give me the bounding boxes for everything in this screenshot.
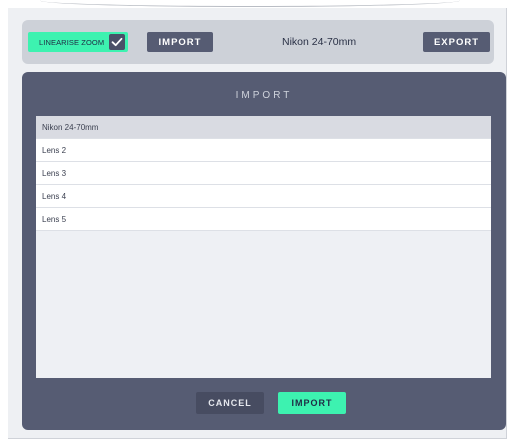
cancel-button[interactable]: CANCEL [196,392,264,414]
list-item[interactable]: Lens 3 [36,162,491,185]
list-item-label: Lens 3 [42,168,67,178]
list-item-label: Lens 4 [42,191,67,201]
top-arc-decoration [40,0,460,7]
linearise-zoom-label: LINEARISE ZOOM [39,37,105,47]
linearise-zoom-toggle[interactable]: LINEARISE ZOOM [28,32,128,52]
import-button[interactable]: IMPORT [147,32,213,52]
current-lens-name: Nikon 24-70mm [282,36,357,48]
confirm-import-button[interactable]: IMPORT [278,392,346,414]
list-item-label: Lens 5 [42,214,67,224]
lens-panel: LINEARISE ZOOM IMPORT Nikon 24-70mm EXPO… [8,8,507,439]
dialog-title: IMPORT [235,90,293,101]
lens-list[interactable]: Nikon 24-70mm Lens 2 Lens 3 Lens 4 Lens … [36,116,491,378]
list-item[interactable]: Lens 2 [36,139,491,162]
list-item-label: Lens 2 [42,145,67,155]
list-item[interactable]: Lens 5 [36,208,491,231]
list-item-label: Nikon 24-70mm [42,122,99,132]
checkmark-icon[interactable] [109,34,125,50]
export-button[interactable]: EXPORT [423,32,490,52]
list-item-selected[interactable]: Nikon 24-70mm [36,116,491,139]
import-dialog: IMPORT Nikon 24-70mm Lens 2 Lens 3 Lens … [22,72,506,430]
list-item[interactable]: Lens 4 [36,185,491,208]
toolbar: LINEARISE ZOOM IMPORT Nikon 24-70mm EXPO… [22,20,494,64]
